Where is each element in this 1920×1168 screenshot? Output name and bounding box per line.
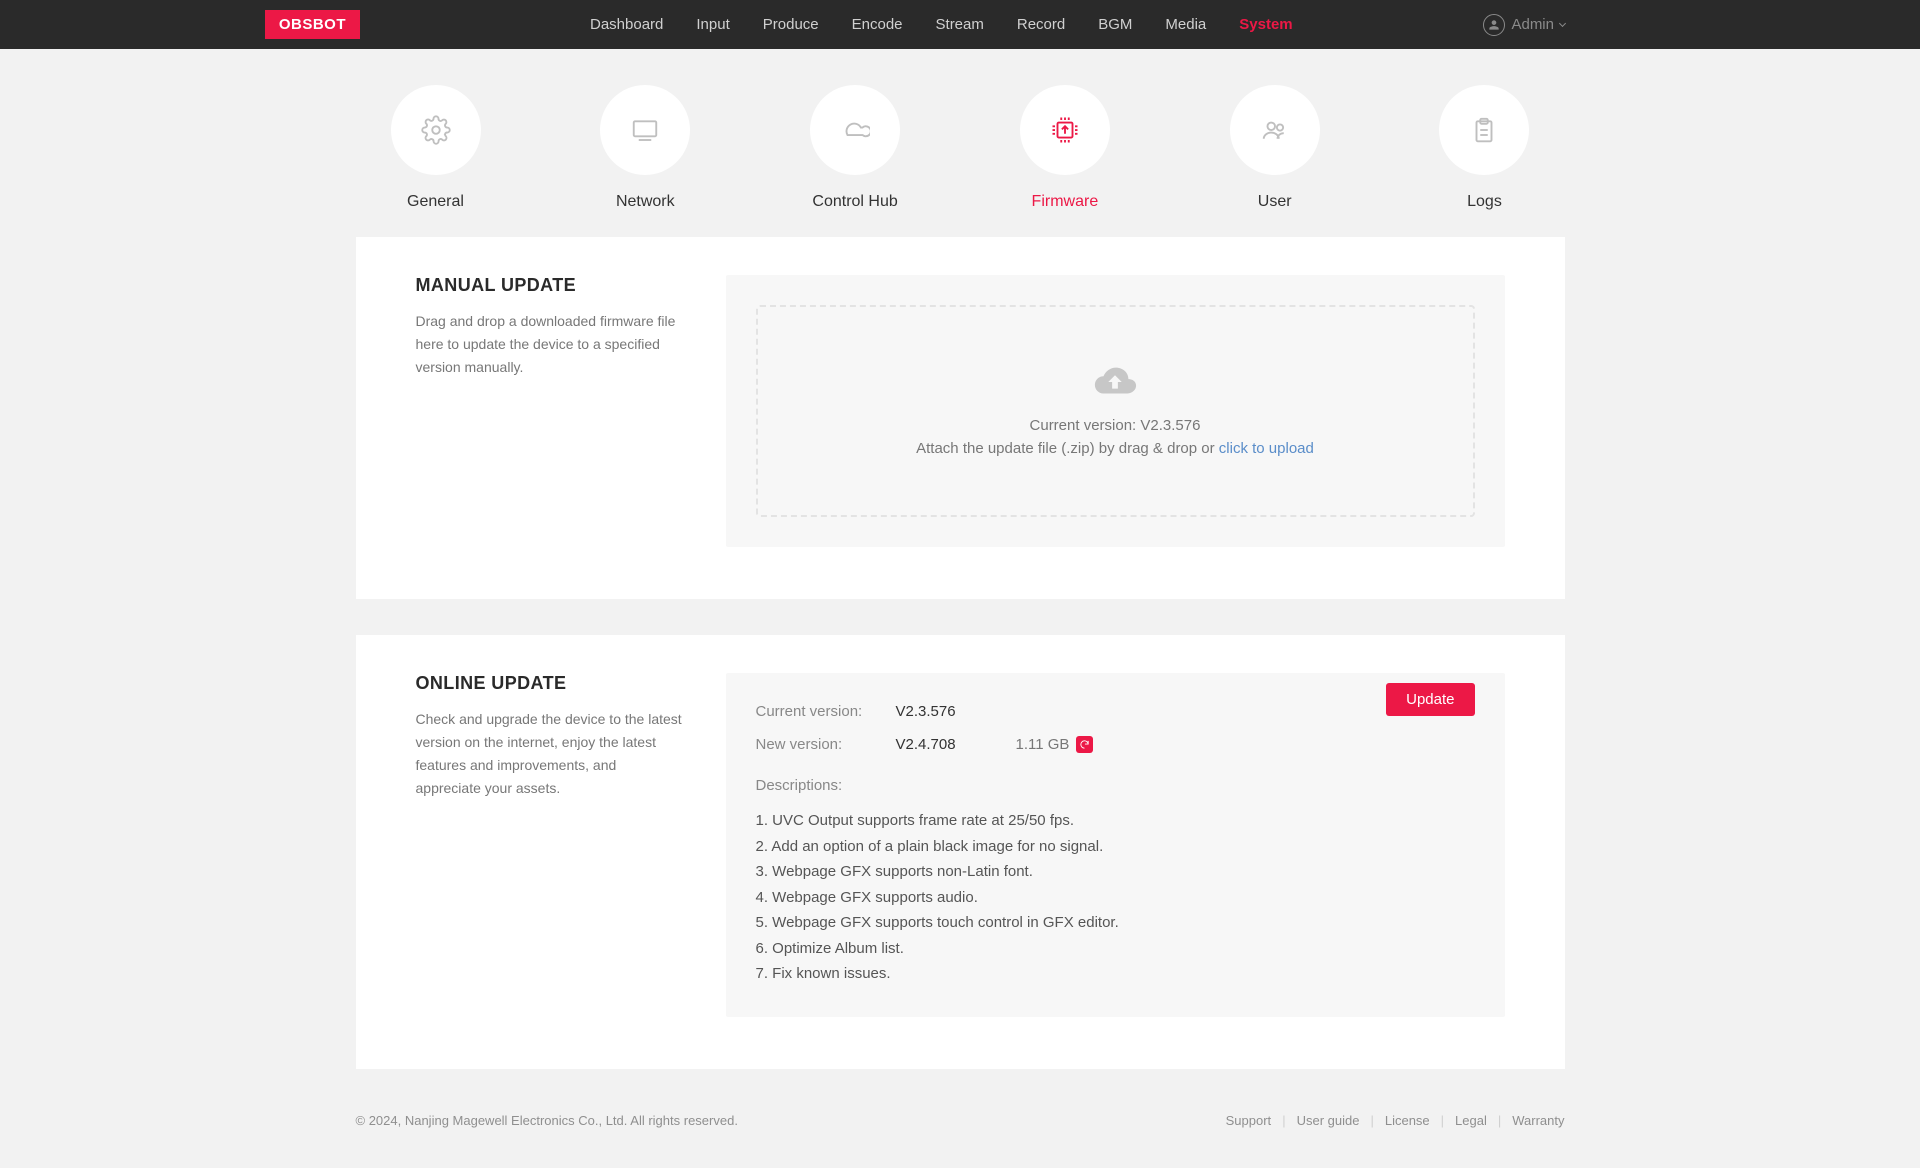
nav-produce[interactable]: Produce	[763, 16, 819, 33]
gear-icon	[421, 115, 451, 145]
refresh-icon	[1079, 739, 1090, 750]
brand-wrap: OBSBOT	[0, 10, 360, 39]
clipboard-icon	[1469, 115, 1499, 145]
top-nav: Dashboard Input Produce Encode Stream Re…	[590, 16, 1293, 33]
subtab-general[interactable]: General	[391, 85, 481, 211]
nav-system[interactable]: System	[1239, 16, 1292, 33]
footer-support[interactable]: Support	[1226, 1113, 1272, 1128]
nav-record[interactable]: Record	[1017, 16, 1065, 33]
subtab-logs[interactable]: Logs	[1439, 85, 1529, 211]
monitor-icon	[630, 115, 660, 145]
nav-bgm[interactable]: BGM	[1098, 16, 1132, 33]
click-to-upload-link[interactable]: click to upload	[1219, 440, 1314, 457]
list-item: 2. Add an option of a plain black image …	[756, 834, 1475, 860]
version-grid: Current version: V2.3.576 New version: V…	[756, 703, 1475, 753]
cloud-icon	[840, 115, 870, 145]
subtab-label: Logs	[1467, 193, 1502, 211]
subtab-label: User	[1258, 193, 1292, 211]
new-version-size: 1.11 GB	[1016, 736, 1475, 753]
footer-user-guide[interactable]: User guide	[1297, 1113, 1360, 1128]
online-title: ONLINE UPDATE	[416, 673, 686, 694]
nav-dashboard[interactable]: Dashboard	[590, 16, 663, 33]
footer-warranty[interactable]: Warranty	[1512, 1113, 1564, 1128]
manual-desc: Drag and drop a downloaded firmware file…	[416, 310, 686, 379]
firmware-dropzone[interactable]: Current version: V2.3.576 Attach the upd…	[756, 305, 1475, 517]
subtab-firmware[interactable]: Firmware	[1020, 85, 1110, 211]
users-icon	[1260, 115, 1290, 145]
subtab-network[interactable]: Network	[600, 85, 690, 211]
chip-upload-icon	[1050, 115, 1080, 145]
online-desc: Check and upgrade the device to the late…	[416, 708, 686, 800]
user-menu[interactable]: Admin	[1483, 14, 1565, 36]
update-button[interactable]: Update	[1386, 683, 1474, 716]
list-item: 7. Fix known issues.	[756, 961, 1475, 987]
nav-encode[interactable]: Encode	[852, 16, 903, 33]
list-item: 4. Webpage GFX supports audio.	[756, 885, 1475, 911]
subtab-label: Network	[616, 193, 675, 211]
new-version-value: V2.4.708	[896, 736, 986, 753]
manual-drop-container: Current version: V2.3.576 Attach the upd…	[726, 275, 1505, 547]
manual-text: MANUAL UPDATE Drag and drop a downloaded…	[416, 275, 726, 547]
system-subtabs: General Network Control Hub Firmware Use…	[356, 85, 1565, 211]
refresh-button[interactable]	[1076, 736, 1093, 753]
user-name: Admin	[1511, 16, 1554, 33]
cur-version-value: V2.3.576	[896, 703, 986, 720]
list-item: 6. Optimize Album list.	[756, 936, 1475, 962]
footer-links: Support| User guide| License| Legal| War…	[1226, 1113, 1565, 1128]
nav-input[interactable]: Input	[696, 16, 729, 33]
cloud-upload-icon	[1092, 365, 1138, 397]
descriptions-list: 1. UVC Output supports frame rate at 25/…	[756, 808, 1475, 987]
list-item: 3. Webpage GFX supports non-Latin font.	[756, 859, 1475, 885]
footer-copyright: © 2024, Nanjing Magewell Electronics Co.…	[356, 1113, 738, 1128]
subtab-control-hub[interactable]: Control Hub	[810, 85, 900, 211]
panel-online-update: ONLINE UPDATE Check and upgrade the devi…	[356, 635, 1565, 1069]
list-item: 5. Webpage GFX supports touch control in…	[756, 910, 1475, 936]
online-info: Update Current version: V2.3.576 New ver…	[726, 673, 1505, 1017]
dropzone-current-version: Current version: V2.3.576	[1030, 417, 1201, 434]
list-item: 1. UVC Output supports frame rate at 25/…	[756, 808, 1475, 834]
manual-title: MANUAL UPDATE	[416, 275, 686, 296]
nav-media[interactable]: Media	[1165, 16, 1206, 33]
online-text: ONLINE UPDATE Check and upgrade the devi…	[416, 673, 726, 1017]
nav-stream[interactable]: Stream	[936, 16, 984, 33]
footer: © 2024, Nanjing Magewell Electronics Co.…	[356, 1095, 1565, 1168]
avatar-icon	[1483, 14, 1505, 36]
brand-logo: OBSBOT	[265, 10, 360, 39]
chevron-down-icon	[1559, 20, 1566, 27]
topbar: OBSBOT Dashboard Input Produce Encode St…	[0, 0, 1920, 49]
panel-manual-update: MANUAL UPDATE Drag and drop a downloaded…	[356, 237, 1565, 599]
subtab-label: Firmware	[1032, 193, 1099, 211]
footer-legal[interactable]: Legal	[1455, 1113, 1487, 1128]
subtab-label: Control Hub	[812, 193, 897, 211]
subtab-label: General	[407, 193, 464, 211]
subtab-user[interactable]: User	[1230, 85, 1320, 211]
cur-version-label: Current version:	[756, 703, 896, 720]
dropzone-instruct: Attach the update file (.zip) by drag & …	[916, 440, 1314, 457]
descriptions-heading: Descriptions:	[756, 777, 1475, 794]
new-version-label: New version:	[756, 736, 896, 753]
footer-license[interactable]: License	[1385, 1113, 1430, 1128]
